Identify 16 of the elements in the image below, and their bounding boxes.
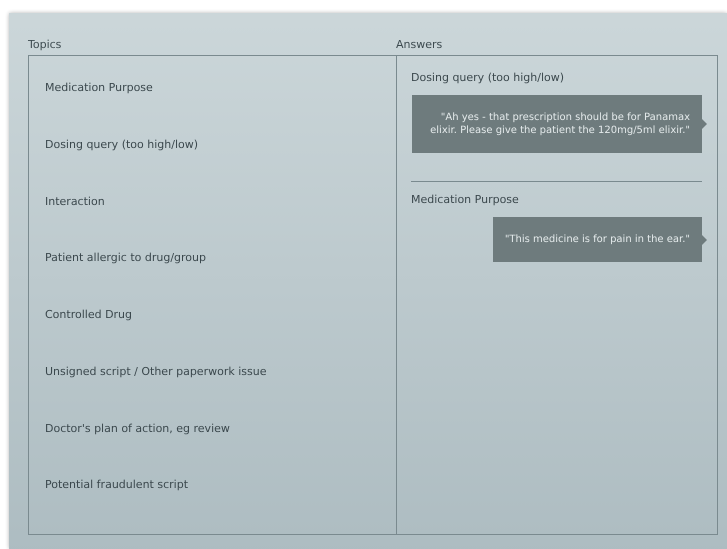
bubble-pointer-icon bbox=[702, 119, 707, 129]
topic-link[interactable]: Doctor's plan of action, eg review bbox=[45, 422, 230, 434]
topics-heading: Topics bbox=[28, 38, 62, 51]
topic-link[interactable]: Medication Purpose bbox=[45, 81, 153, 94]
speech-bubble: "This medicine is for pain in the ear." bbox=[492, 217, 702, 262]
answers-heading: Answers bbox=[396, 38, 442, 51]
answer-topic: Medication Purpose bbox=[411, 193, 519, 206]
topic-link[interactable]: Interaction bbox=[45, 194, 105, 208]
topic-link[interactable]: Patient allergic to drug/group bbox=[45, 251, 206, 264]
topic-link[interactable]: Controlled Drug bbox=[45, 308, 132, 321]
topic-link[interactable]: Potential fraudulent script bbox=[45, 478, 188, 492]
answer-topic: Dosing query (too high/low) bbox=[411, 71, 564, 84]
bubble-pointer-icon bbox=[702, 234, 707, 244]
topic-link[interactable]: Unsigned script / Other paperwork issue bbox=[45, 364, 266, 378]
topic-link[interactable]: Dosing query (too high/low) bbox=[45, 138, 198, 151]
speech-bubble: "Ah yes - that prescription should be for Panamax elixir. Please give the patient the 120mg/5ml elixir." bbox=[412, 95, 702, 153]
